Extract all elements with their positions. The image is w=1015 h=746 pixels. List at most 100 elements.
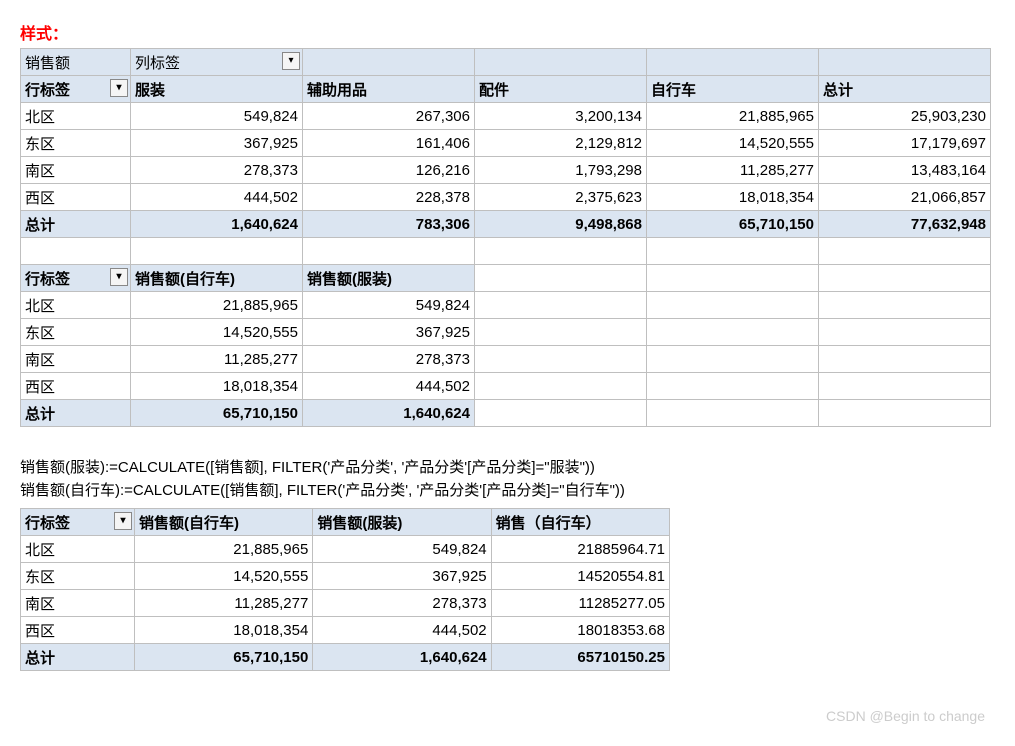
cell: 2,129,812 [475,130,647,157]
blank-header [303,49,475,76]
dropdown-icon[interactable]: ▾ [114,512,132,530]
total-label: 总计 [21,211,131,238]
formula-block: 销售额(服装):=CALCULATE([销售额], FILTER('产品分类',… [20,457,995,502]
row-labels-cell[interactable]: 行标签 ▾ [21,265,131,292]
col-header[interactable]: 销售额(自行车) [131,265,303,292]
total-row: 总计 1,640,624 783,306 9,498,868 65,710,15… [21,211,991,238]
col-header[interactable]: 配件 [475,76,647,103]
row-label[interactable]: 东区 [21,319,131,346]
style-title: 样式： [20,20,995,44]
col-header[interactable]: 销售（自行车） [491,509,669,536]
cell: 11,285,277 [647,157,819,184]
row-label[interactable]: 北区 [21,103,131,130]
table-row: 东区 367,925 161,406 2,129,812 14,520,555 … [21,130,991,157]
cell: 11,285,277 [131,346,303,373]
cell: 549,824 [303,292,475,319]
table-row: 西区 444,502 228,378 2,375,623 18,018,354 … [21,184,991,211]
total-cell: 65,710,150 [131,400,303,427]
cell: 14,520,555 [647,130,819,157]
total-row: 总计 65,710,150 1,640,624 65710150.25 [21,644,670,671]
total-cell: 1,640,624 [313,644,491,671]
formula-1: 销售额(服装):=CALCULATE([销售额], FILTER('产品分类',… [20,457,995,480]
cell: 21,885,965 [131,292,303,319]
cell: 18018353.68 [491,617,669,644]
cell: 444,502 [313,617,491,644]
cell: 25,903,230 [819,103,991,130]
cell: 228,378 [303,184,475,211]
cell: 161,406 [303,130,475,157]
cell: 267,306 [303,103,475,130]
empty-row [21,238,991,265]
col-header[interactable]: 销售额(服装) [313,509,491,536]
table-row: 北区 21,885,965 549,824 [21,292,991,319]
cell: 278,373 [313,590,491,617]
row-labels-cell[interactable]: 行标签 ▾ [21,509,135,536]
row-label[interactable]: 东区 [21,130,131,157]
cell: 367,925 [303,319,475,346]
table-row: 东区 14,520,555 367,925 14520554.81 [21,563,670,590]
cell: 549,824 [131,103,303,130]
col-labels-cell[interactable]: 列标签 ▾ [131,49,303,76]
row-labels-text: 行标签 [25,271,70,288]
cell: 2,375,623 [475,184,647,211]
row-label[interactable]: 南区 [21,157,131,184]
col-labels-text: 列标签 [135,55,180,72]
pivot-table-3: 行标签 ▾ 销售额(自行车) 销售额(服装) 销售（自行车） 北区 21,885… [20,508,670,671]
cell: 14520554.81 [491,563,669,590]
col-header[interactable]: 服装 [131,76,303,103]
cell: 14,520,555 [131,319,303,346]
dropdown-icon[interactable]: ▾ [110,79,128,97]
table-row: 东区 14,520,555 367,925 [21,319,991,346]
row-label[interactable]: 北区 [21,292,131,319]
cell: 444,502 [303,373,475,400]
row-label[interactable]: 南区 [21,590,135,617]
cell: 367,925 [313,563,491,590]
row-label[interactable]: 北区 [21,536,135,563]
dropdown-icon[interactable]: ▾ [282,52,300,70]
cell: 14,520,555 [135,563,313,590]
cell: 21,885,965 [647,103,819,130]
cell: 1,793,298 [475,157,647,184]
cell: 278,373 [303,346,475,373]
dropdown-icon[interactable]: ▾ [110,268,128,286]
row-label[interactable]: 南区 [21,346,131,373]
cell: 278,373 [131,157,303,184]
cell: 21,885,965 [135,536,313,563]
col-header[interactable]: 销售额(服装) [303,265,475,292]
cell: 18,018,354 [131,373,303,400]
cell: 18,018,354 [647,184,819,211]
col-header[interactable]: 自行车 [647,76,819,103]
row-label[interactable]: 东区 [21,563,135,590]
total-cell: 1,640,624 [303,400,475,427]
table-row: 南区 11,285,277 278,373 [21,346,991,373]
blank-header [647,49,819,76]
total-cell: 9,498,868 [475,211,647,238]
cell: 13,483,164 [819,157,991,184]
cell: 367,925 [131,130,303,157]
total-cell: 783,306 [303,211,475,238]
col-header[interactable]: 销售额(自行车) [135,509,313,536]
table-row: 北区 549,824 267,306 3,200,134 21,885,965 … [21,103,991,130]
row-label[interactable]: 西区 [21,184,131,211]
blank-header [475,49,647,76]
cell: 18,018,354 [135,617,313,644]
cell: 126,216 [303,157,475,184]
table-row: 西区 18,018,354 444,502 [21,373,991,400]
row-labels-cell[interactable]: 行标签 ▾ [21,76,131,103]
watermark: CSDN @Begin to change [826,708,985,724]
cell: 17,179,697 [819,130,991,157]
pivot-table-1: 销售额 列标签 ▾ 行标签 ▾ 服装 辅助用品 配件 自行车 总计 北区 549… [20,48,991,427]
cell: 3,200,134 [475,103,647,130]
total-row: 总计 65,710,150 1,640,624 [21,400,991,427]
cell: 21885964.71 [491,536,669,563]
row-label[interactable]: 西区 [21,373,131,400]
cell: 549,824 [313,536,491,563]
row-labels-text: 行标签 [25,82,70,99]
measure-label-cell: 销售额 [21,49,131,76]
total-cell: 65,710,150 [647,211,819,238]
total-label: 总计 [21,644,135,671]
col-header[interactable]: 总计 [819,76,991,103]
col-header[interactable]: 辅助用品 [303,76,475,103]
total-cell: 77,632,948 [819,211,991,238]
row-label[interactable]: 西区 [21,617,135,644]
